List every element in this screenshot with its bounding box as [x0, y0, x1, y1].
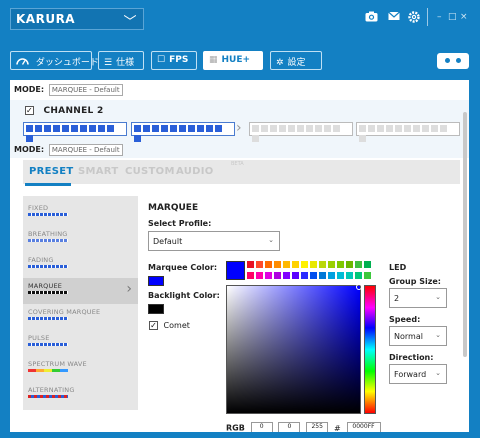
led-strip-1[interactable] — [23, 122, 127, 142]
comet-option: ✓ Comet — [149, 321, 190, 330]
led-strip-4[interactable] — [356, 122, 460, 142]
mail-icon[interactable] — [388, 11, 400, 25]
square-icon: ☐ — [157, 55, 166, 65]
channel-label: CHANNEL 2 — [43, 106, 104, 116]
profile-select[interactable]: Default ⌄ — [148, 231, 280, 251]
effect-spectrum-wave[interactable]: SPECTRUM WAVE — [23, 356, 138, 382]
backlight-color-swatch[interactable] — [148, 304, 164, 314]
hue-slider[interactable] — [364, 285, 376, 414]
effect-fading[interactable]: FADING — [23, 252, 138, 278]
effect-fixed[interactable]: FIXED — [23, 200, 138, 226]
tab-smart[interactable]: SMART — [78, 166, 118, 177]
direction-label: Direction: — [389, 353, 434, 362]
effect-marquee[interactable]: MARQUEE › — [23, 278, 138, 304]
window-border — [0, 432, 480, 438]
effect-breathing[interactable]: BREATHING — [23, 226, 138, 252]
picker-cursor[interactable] — [356, 284, 362, 290]
camera-icon[interactable] — [365, 11, 378, 26]
select-profile-label: Select Profile: — [148, 219, 212, 228]
chevron-right-icon[interactable]: › — [236, 120, 242, 136]
speed-select[interactable]: Normal ⌄ — [389, 326, 447, 346]
beta-badge: BETA — [231, 161, 244, 167]
toggle-dot — [456, 58, 461, 63]
scrollbar[interactable] — [463, 112, 467, 357]
chevron-down-icon: ⌄ — [435, 369, 441, 377]
effect-title: MARQUEE — [148, 203, 199, 213]
mode-value: MARQUEE - Default — [48, 144, 123, 156]
comet-checkbox[interactable]: ✓ — [149, 321, 158, 330]
chevron-down-icon: ⌄ — [435, 293, 441, 301]
list-icon: ☰ — [104, 58, 113, 68]
led-label: LED — [389, 263, 407, 272]
color-palette[interactable] — [247, 261, 377, 281]
window-border — [0, 0, 10, 438]
speed-label: Speed: — [389, 315, 421, 324]
gear-icon[interactable] — [408, 11, 420, 27]
backlight-color-label: Backlight Color: — [148, 291, 220, 300]
led-strip-2[interactable] — [131, 122, 235, 142]
title-bar: KARURA ﹀ – □ × — [0, 0, 480, 40]
gear-icon: ✲ — [276, 58, 284, 68]
mode-value: MARQUEE - Default — [48, 84, 123, 96]
maximize-button[interactable]: □ — [448, 12, 457, 22]
window-border — [469, 80, 480, 438]
hue-toggle[interactable] — [437, 53, 469, 69]
chevron-down-icon: ⌄ — [268, 236, 274, 244]
effect-list: FIXED BREATHING FADING MARQUEE › COVERIN… — [23, 196, 138, 410]
color-picker-area[interactable] — [226, 285, 361, 414]
channel-header: ✓ CHANNEL 2 — [25, 106, 104, 116]
chevron-down-icon: ﹀ — [123, 15, 137, 30]
tab-hue-plus[interactable]: ▦ HUE+ — [203, 51, 263, 70]
device-select[interactable]: KARURA ﹀ — [10, 8, 144, 30]
current-color-swatch — [226, 261, 245, 280]
tab-custom[interactable]: CUSTOM — [125, 166, 175, 177]
tab-audio[interactable]: AUDIO — [176, 166, 214, 177]
led-strip-3[interactable] — [249, 122, 353, 142]
tab-settings[interactable]: ✲ 設定 — [270, 51, 322, 70]
tab-dashboard[interactable]: ダッシュボード — [10, 51, 99, 70]
marquee-color-label: Marquee Color: — [148, 263, 218, 272]
group-size-select[interactable]: 2 ⌄ — [389, 288, 447, 308]
close-button[interactable]: × — [460, 12, 468, 22]
chevron-down-icon: ⌄ — [435, 331, 441, 339]
direction-select[interactable]: Forward ⌄ — [389, 364, 447, 384]
titlebar-divider — [427, 8, 428, 26]
main-tabbar: ダッシュボード ☰ 仕様 ☐ FPS ▦ HUE+ ✲ 設定 — [0, 40, 480, 80]
tab-preset[interactable]: PRESET — [29, 166, 74, 177]
toggle-dot — [445, 58, 450, 63]
effect-pulse[interactable]: PULSE — [23, 330, 138, 356]
channel-checkbox[interactable]: ✓ — [25, 106, 34, 115]
mode-tabs: PRESET SMART CUSTOM AUDIO BETA — [23, 160, 460, 184]
tab-specs[interactable]: ☰ 仕様 — [98, 51, 144, 70]
tab-fps[interactable]: ☐ FPS — [151, 51, 197, 70]
effect-alternating[interactable]: ALTERNATING — [23, 382, 138, 408]
active-tab-indicator — [25, 183, 71, 186]
device-name: KARURA — [16, 12, 76, 26]
mode-line-1: MODE: MARQUEE - Default — [14, 84, 123, 96]
effect-covering-marquee[interactable]: COVERING MARQUEE — [23, 304, 138, 330]
speedometer-icon — [16, 58, 32, 68]
minimize-button[interactable]: – — [437, 12, 442, 22]
mode-line-2: MODE: MARQUEE - Default — [14, 144, 123, 156]
chevron-right-icon: › — [126, 281, 132, 297]
marquee-color-swatch[interactable] — [148, 276, 164, 286]
comet-label: Comet — [163, 321, 190, 330]
hue-grid-icon: ▦ — [209, 55, 218, 65]
group-size-label: Group Size: — [389, 277, 441, 286]
